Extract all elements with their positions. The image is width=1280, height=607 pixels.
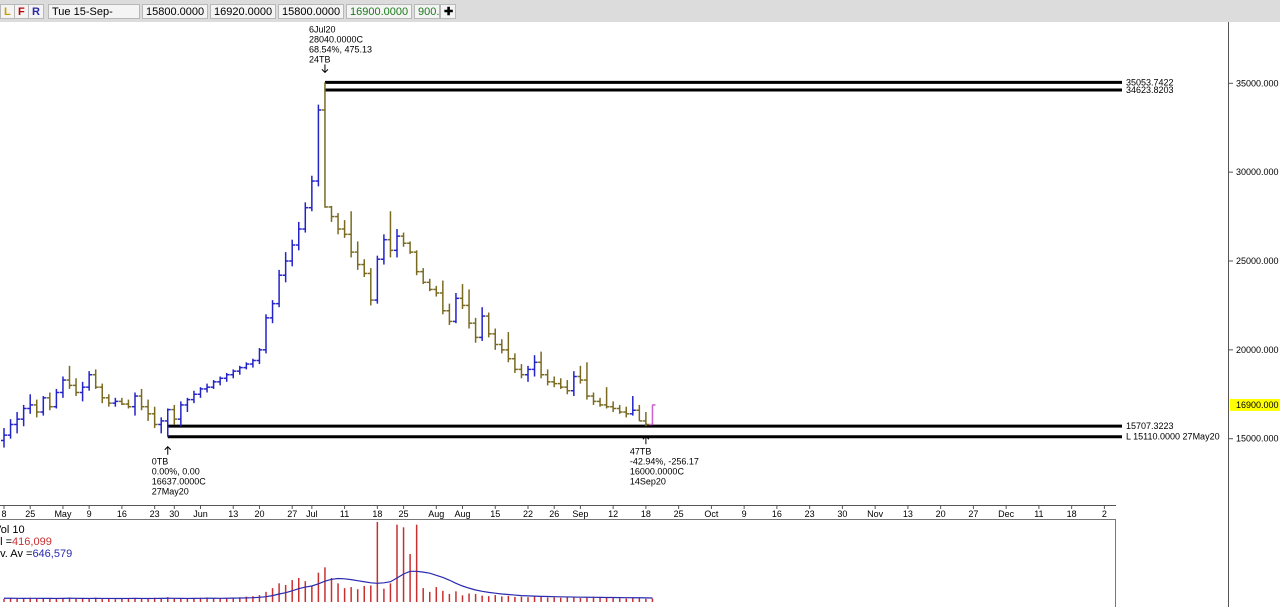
level-label: 34623.8203 bbox=[1126, 85, 1174, 95]
x-tick-label: Nov bbox=[867, 509, 884, 519]
annotation-text: 27May20 bbox=[152, 487, 189, 497]
last-price-label: 16900.000 bbox=[1236, 400, 1279, 410]
x-tick-label: 25 bbox=[399, 509, 409, 519]
x-tick-label: 13 bbox=[903, 509, 913, 519]
volume-legend-title: Vol 10 bbox=[0, 524, 25, 536]
x-tick-label: 9 bbox=[87, 509, 92, 519]
volume-average-value: 646,579 bbox=[32, 548, 73, 560]
x-tick-label: 30 bbox=[169, 509, 179, 519]
x-tick-label: 9 bbox=[742, 509, 747, 519]
x-tick-label: 20 bbox=[936, 509, 946, 519]
volume-legend-average: ov. Av =646,579 bbox=[0, 548, 73, 560]
quote-low: 15800.0000 bbox=[278, 4, 344, 19]
x-tick-label: 2 bbox=[1102, 509, 1107, 519]
x-tick-label: Aug bbox=[454, 509, 470, 519]
level-label: 15707.3223 bbox=[1126, 421, 1174, 431]
annotation-text: 6Jul20 bbox=[309, 24, 336, 34]
annotation-text: 24TB bbox=[309, 54, 331, 64]
annotation-text: 28040.0000C bbox=[309, 34, 364, 44]
quote-high: 16920.0000 bbox=[210, 4, 276, 19]
y-tick-label: 35000.000 bbox=[1236, 78, 1279, 88]
x-tick-label: 13 bbox=[228, 509, 238, 519]
x-tick-label: 20 bbox=[254, 509, 264, 519]
y-tick-label: 25000.000 bbox=[1236, 256, 1279, 266]
annotation-text: 16000.0000C bbox=[630, 466, 685, 476]
x-tick-label: 16 bbox=[772, 509, 782, 519]
x-tick-label: 15 bbox=[490, 509, 500, 519]
annotation-text: -42.94%, -256.17 bbox=[630, 456, 699, 466]
annotation-text: 0.00%, 0.00 bbox=[152, 467, 200, 477]
volume-legend-current: ol =416,099 bbox=[0, 536, 52, 548]
x-tick-label: 8 bbox=[1, 509, 6, 519]
x-tick-label: 30 bbox=[837, 509, 847, 519]
x-tick-label: Oct bbox=[704, 509, 719, 519]
x-tick-label: Jun bbox=[193, 509, 208, 519]
x-tick-label: 18 bbox=[372, 509, 382, 519]
x-tick-label: 22 bbox=[523, 509, 533, 519]
quote-toolbar: L F R Tue 15-Sep-2020 15800.0000 16920.0… bbox=[0, 0, 1280, 33]
annotation-text: 16637.0000C bbox=[152, 477, 207, 487]
x-tick-label: 27 bbox=[287, 509, 297, 519]
annotation-text: 0TB bbox=[152, 457, 169, 467]
annotation-text: 14Sep20 bbox=[630, 476, 666, 486]
x-tick-label: 27 bbox=[968, 509, 978, 519]
x-tick-label: 11 bbox=[340, 509, 349, 519]
x-tick-label: 25 bbox=[25, 509, 35, 519]
x-tick-label: 18 bbox=[1067, 509, 1077, 519]
x-tick-label: May bbox=[54, 509, 72, 519]
y-tick-label: 15000.000 bbox=[1236, 434, 1279, 444]
x-tick-label: 11 bbox=[1034, 509, 1043, 519]
x-tick-label: Jul bbox=[306, 509, 318, 519]
x-tick-label: 12 bbox=[608, 509, 618, 519]
chart-canvas: 35053.742234623.820315707.3223L 15110.00… bbox=[0, 22, 1280, 607]
quote-date: Tue 15-Sep-2020 bbox=[48, 4, 140, 33]
y-tick-label: 20000.000 bbox=[1236, 345, 1279, 355]
x-tick-label: 16 bbox=[117, 509, 127, 519]
x-tick-label: Aug bbox=[428, 509, 444, 519]
x-tick-label: 18 bbox=[641, 509, 651, 519]
x-tick-label: 26 bbox=[549, 509, 559, 519]
quote-close: 16900.0000 bbox=[346, 4, 412, 19]
quote-volume: 900.( bbox=[414, 4, 440, 19]
x-tick-label: Sep bbox=[572, 509, 588, 519]
quote-open: 15800.0000 bbox=[142, 4, 208, 19]
y-tick-label: 30000.000 bbox=[1236, 167, 1279, 177]
crosshair-icon[interactable]: ✚ bbox=[440, 4, 456, 19]
x-tick-label: 23 bbox=[805, 509, 815, 519]
annotation-text: 47TB bbox=[630, 446, 652, 456]
x-tick-label: Dec bbox=[998, 509, 1015, 519]
level-label: L 15110.0000 27May20 bbox=[1126, 432, 1220, 442]
x-tick-label: 25 bbox=[674, 509, 684, 519]
volume-current-value: 416,099 bbox=[12, 536, 52, 548]
x-tick-label: 23 bbox=[150, 509, 160, 519]
volume-legend: Vol 10 ol =416,099 ov. Av =646,579 bbox=[0, 524, 72, 560]
annotation-text: 68.54%, 475.13 bbox=[309, 44, 372, 54]
mode-regression-button[interactable]: R bbox=[28, 4, 44, 19]
